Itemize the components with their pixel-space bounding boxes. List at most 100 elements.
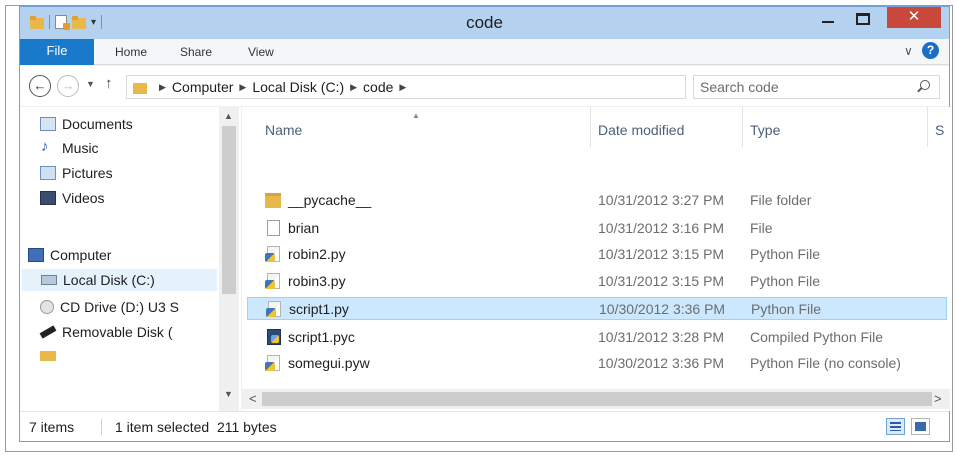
close-button[interactable]: ✕ xyxy=(887,7,941,28)
back-button[interactable]: ← xyxy=(29,75,51,97)
column-header-date-modified[interactable]: Date modified xyxy=(598,122,684,138)
python-file-icon xyxy=(265,246,280,262)
outer-frame: ▾ code ✕ File Home Share View ∨ ? ← → ▼ … xyxy=(5,5,953,452)
tab-view[interactable]: View xyxy=(248,45,274,59)
horizontal-scrollbar[interactable]: < > xyxy=(242,389,950,409)
title-bar[interactable]: ▾ code ✕ xyxy=(20,7,949,39)
breadcrumb-code[interactable]: code xyxy=(363,79,393,95)
navigation-pane[interactable]: Documents Music Pictures Videos Computer… xyxy=(20,107,241,411)
usb-icon xyxy=(39,325,57,339)
table-row[interactable]: somegui.pyw 10/30/2012 3:36 PM Python Fi… xyxy=(247,352,947,375)
file-type: File folder xyxy=(750,192,812,208)
file-type: Python File xyxy=(750,246,821,262)
scroll-right-icon[interactable]: > xyxy=(934,391,942,406)
sidebar-item-videos[interactable]: Videos xyxy=(40,187,105,209)
breadcrumb-separator[interactable]: ▶ xyxy=(159,82,166,93)
pictures-icon xyxy=(40,166,56,180)
search-placeholder: Search code xyxy=(700,79,779,95)
folder-icon xyxy=(265,193,281,208)
table-row[interactable]: robin3.py 10/31/2012 3:15 PM Python File xyxy=(247,270,947,293)
table-row-selected[interactable]: script1.py 10/30/2012 3:36 PM Python Fil… xyxy=(247,297,947,320)
tab-file[interactable]: File xyxy=(20,39,94,65)
scroll-down-icon[interactable]: ▼ xyxy=(224,389,233,399)
column-header-type[interactable]: Type xyxy=(750,122,780,138)
folder-icon xyxy=(40,351,56,361)
scrollbar-thumb[interactable] xyxy=(222,126,236,294)
file-name: robin2.py xyxy=(288,246,346,262)
recent-locations-icon[interactable]: ▼ xyxy=(86,79,95,89)
column-divider[interactable] xyxy=(927,107,928,147)
expand-ribbon-icon[interactable]: ∨ xyxy=(904,44,913,58)
breadcrumb-local-disk[interactable]: Local Disk (C:) xyxy=(252,79,344,95)
column-header-name[interactable]: Name xyxy=(265,122,302,138)
sidebar-item-label: Documents xyxy=(62,116,133,132)
sidebar-item-label: CD Drive (D:) U3 S xyxy=(60,299,180,315)
videos-icon xyxy=(40,191,56,205)
sidebar-item-local-disk[interactable]: Local Disk (C:) xyxy=(22,269,217,291)
address-bar[interactable]: ▶ Computer ▶ Local Disk (C:) ▶ code ▶ ∨ … xyxy=(126,75,776,99)
cd-drive-icon xyxy=(40,300,54,314)
scrollbar-thumb[interactable] xyxy=(262,392,932,406)
scroll-left-icon[interactable]: < xyxy=(249,391,257,406)
computer-icon xyxy=(28,248,44,262)
documents-icon xyxy=(40,117,56,131)
scroll-up-icon[interactable]: ▲ xyxy=(224,111,233,121)
breadcrumb-separator[interactable]: ▶ xyxy=(399,82,406,93)
file-date: 10/30/2012 3:36 PM xyxy=(599,301,726,317)
file-name: robin3.py xyxy=(288,273,346,289)
file-date: 10/30/2012 3:36 PM xyxy=(598,355,725,371)
breadcrumb-computer[interactable]: Computer xyxy=(172,79,233,95)
breadcrumb-separator[interactable]: ▶ xyxy=(239,82,246,93)
window-title: code xyxy=(466,13,503,32)
maximize-button[interactable] xyxy=(856,13,870,25)
selection-info: 1 item selected 211 bytes xyxy=(115,419,277,435)
compiled-python-icon xyxy=(267,329,281,345)
tab-share[interactable]: Share xyxy=(180,45,212,59)
file-date: 10/31/2012 3:16 PM xyxy=(598,220,725,236)
sidebar-item-label: Computer xyxy=(50,247,112,263)
sidebar-item-folder[interactable] xyxy=(40,345,62,367)
navigation-bar: ← → ▼ ↑ ▶ Computer ▶ Local Disk (C:) ▶ c… xyxy=(20,66,949,106)
minimize-button[interactable] xyxy=(822,21,834,23)
table-row[interactable]: script1.pyc 10/31/2012 3:28 PM Compiled … xyxy=(247,326,947,349)
file-list[interactable]: ▲ Name Date modified Type S __pycache__ … xyxy=(242,107,950,411)
up-button[interactable]: ↑ xyxy=(105,75,113,92)
file-type: File xyxy=(750,220,773,236)
large-icons-view-icon[interactable] xyxy=(911,418,930,435)
table-row[interactable]: robin2.py 10/31/2012 3:15 PM Python File xyxy=(247,243,947,266)
help-icon[interactable]: ? xyxy=(922,42,939,59)
sidebar-item-label: Videos xyxy=(62,190,105,206)
file-name: script1.pyc xyxy=(288,329,355,345)
column-divider[interactable] xyxy=(590,107,591,147)
nav-pane-scrollbar[interactable]: ▲ ▼ xyxy=(219,107,239,411)
sidebar-item-pictures[interactable]: Pictures xyxy=(40,162,113,184)
tab-home[interactable]: Home xyxy=(115,45,147,59)
python-file-icon xyxy=(265,355,280,371)
sidebar-item-music[interactable]: Music xyxy=(40,137,99,159)
file-date: 10/31/2012 3:15 PM xyxy=(598,273,725,289)
sidebar-item-cd-drive[interactable]: CD Drive (D:) U3 S xyxy=(40,296,179,318)
python-file-icon xyxy=(265,273,280,289)
table-row[interactable]: __pycache__ 10/31/2012 3:27 PM File fold… xyxy=(247,189,947,212)
sidebar-item-removable-disk[interactable]: Removable Disk ( xyxy=(39,321,172,343)
search-input[interactable]: Search code xyxy=(693,75,940,99)
file-name: somegui.pyw xyxy=(288,355,370,371)
search-icon[interactable] xyxy=(920,80,930,90)
file-icon xyxy=(267,220,280,236)
column-header-size[interactable]: S xyxy=(935,122,944,138)
details-view-icon[interactable] xyxy=(886,418,905,435)
sidebar-item-documents[interactable]: Documents xyxy=(40,113,133,135)
sidebar-item-label: Music xyxy=(62,140,99,156)
table-row[interactable]: brian 10/31/2012 3:16 PM File xyxy=(247,217,947,240)
file-type: Python File xyxy=(750,273,821,289)
item-count: 7 items xyxy=(29,419,75,435)
explorer-window: ▾ code ✕ File Home Share View ∨ ? ← → ▼ … xyxy=(19,6,950,442)
python-file-icon xyxy=(266,301,281,317)
sidebar-item-computer[interactable]: Computer xyxy=(28,244,111,266)
column-divider[interactable] xyxy=(742,107,743,147)
file-type: Python File xyxy=(751,301,822,317)
breadcrumb-separator[interactable]: ▶ xyxy=(350,82,357,93)
file-date: 10/31/2012 3:28 PM xyxy=(598,329,725,345)
forward-button[interactable]: → xyxy=(57,75,79,97)
status-bar: 7 items 1 item selected 211 bytes xyxy=(20,411,949,441)
